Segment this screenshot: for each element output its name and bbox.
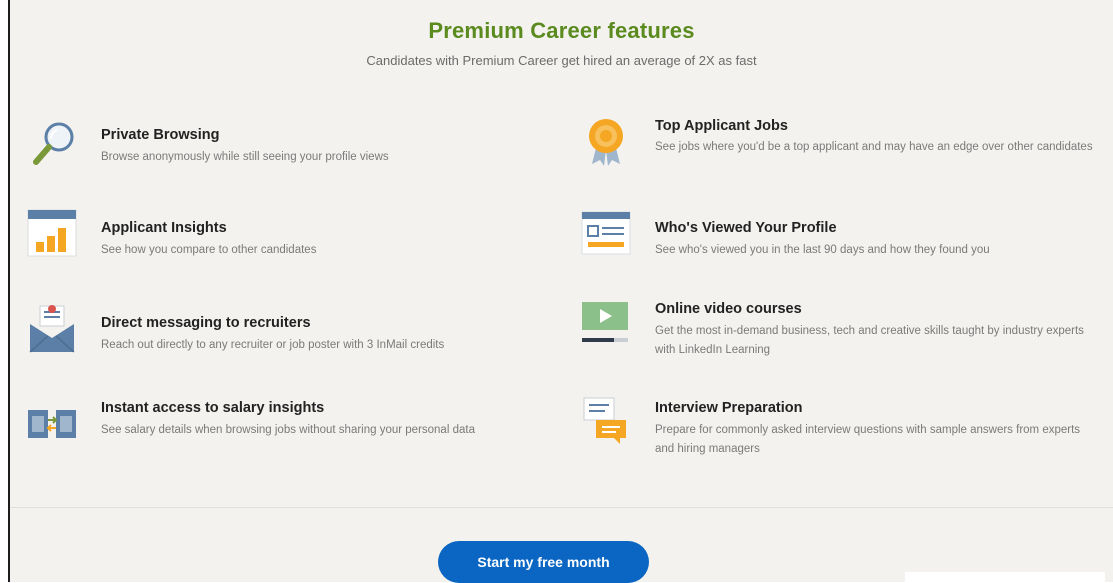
feature-description: Reach out directly to any recruiter or j…	[101, 339, 445, 351]
feature-title: Who's Viewed Your Profile	[655, 220, 837, 236]
feature-title: Applicant Insights	[101, 220, 227, 236]
feature-applicant-insights: Applicant Insights See how you compare t…	[26, 208, 546, 268]
background-patch	[905, 572, 1105, 582]
feature-description: Get the most in-demand business, tech an…	[655, 325, 1084, 356]
feature-title: Top Applicant Jobs	[655, 118, 788, 134]
page-title: Premium Career features	[428, 18, 695, 43]
chat-bubbles-icon	[583, 397, 626, 444]
start-free-month-button[interactable]: Start my free month	[438, 541, 649, 583]
feature-description: See who's viewed you in the last 90 days…	[655, 244, 990, 256]
bar-chart-icon	[27, 209, 77, 257]
feature-description: Prepare for commonly asked interview que…	[655, 424, 1081, 455]
magnifier-icon	[33, 122, 74, 165]
premium-features-panel: Premium Career features Candidates with …	[8, 0, 1113, 582]
badge-icon	[589, 119, 623, 166]
feature-top-applicant-jobs: Top Applicant Jobs See jobs where you'd …	[580, 114, 1100, 184]
feature-interview-preparation: Interview Preparation Prepare for common…	[580, 394, 1100, 464]
feature-description: See salary details when browsing jobs wi…	[101, 424, 475, 436]
profile-card-icon	[581, 211, 631, 255]
feature-title: Private Browsing	[101, 127, 220, 143]
page-subtitle: Candidates with Premium Career get hired…	[366, 53, 757, 68]
envelope-icon	[29, 305, 75, 353]
feature-title: Instant access to salary insights	[101, 400, 325, 416]
feature-direct-messaging: Direct messaging to recruiters Reach out…	[26, 302, 546, 362]
feature-description: See how you compare to other candidates	[101, 244, 317, 256]
feature-salary-insights: Instant access to salary insights See sa…	[26, 394, 546, 464]
salary-compare-icon	[28, 410, 76, 438]
feature-description: See jobs where you'd be a top applicant …	[655, 141, 1093, 153]
feature-title: Online video courses	[655, 301, 802, 317]
feature-online-video-courses: Online video courses Get the most in-dem…	[580, 294, 1100, 364]
feature-private-browsing: Private Browsing Browse anonymously whil…	[26, 116, 546, 176]
section-divider	[10, 507, 1113, 508]
feature-description: Browse anonymously while still seeing yo…	[101, 151, 389, 163]
video-icon	[582, 302, 628, 342]
feature-title: Interview Preparation	[655, 400, 803, 416]
feature-title: Direct messaging to recruiters	[101, 315, 311, 331]
feature-whos-viewed-profile: Who's Viewed Your Profile See who's view…	[580, 208, 1100, 268]
